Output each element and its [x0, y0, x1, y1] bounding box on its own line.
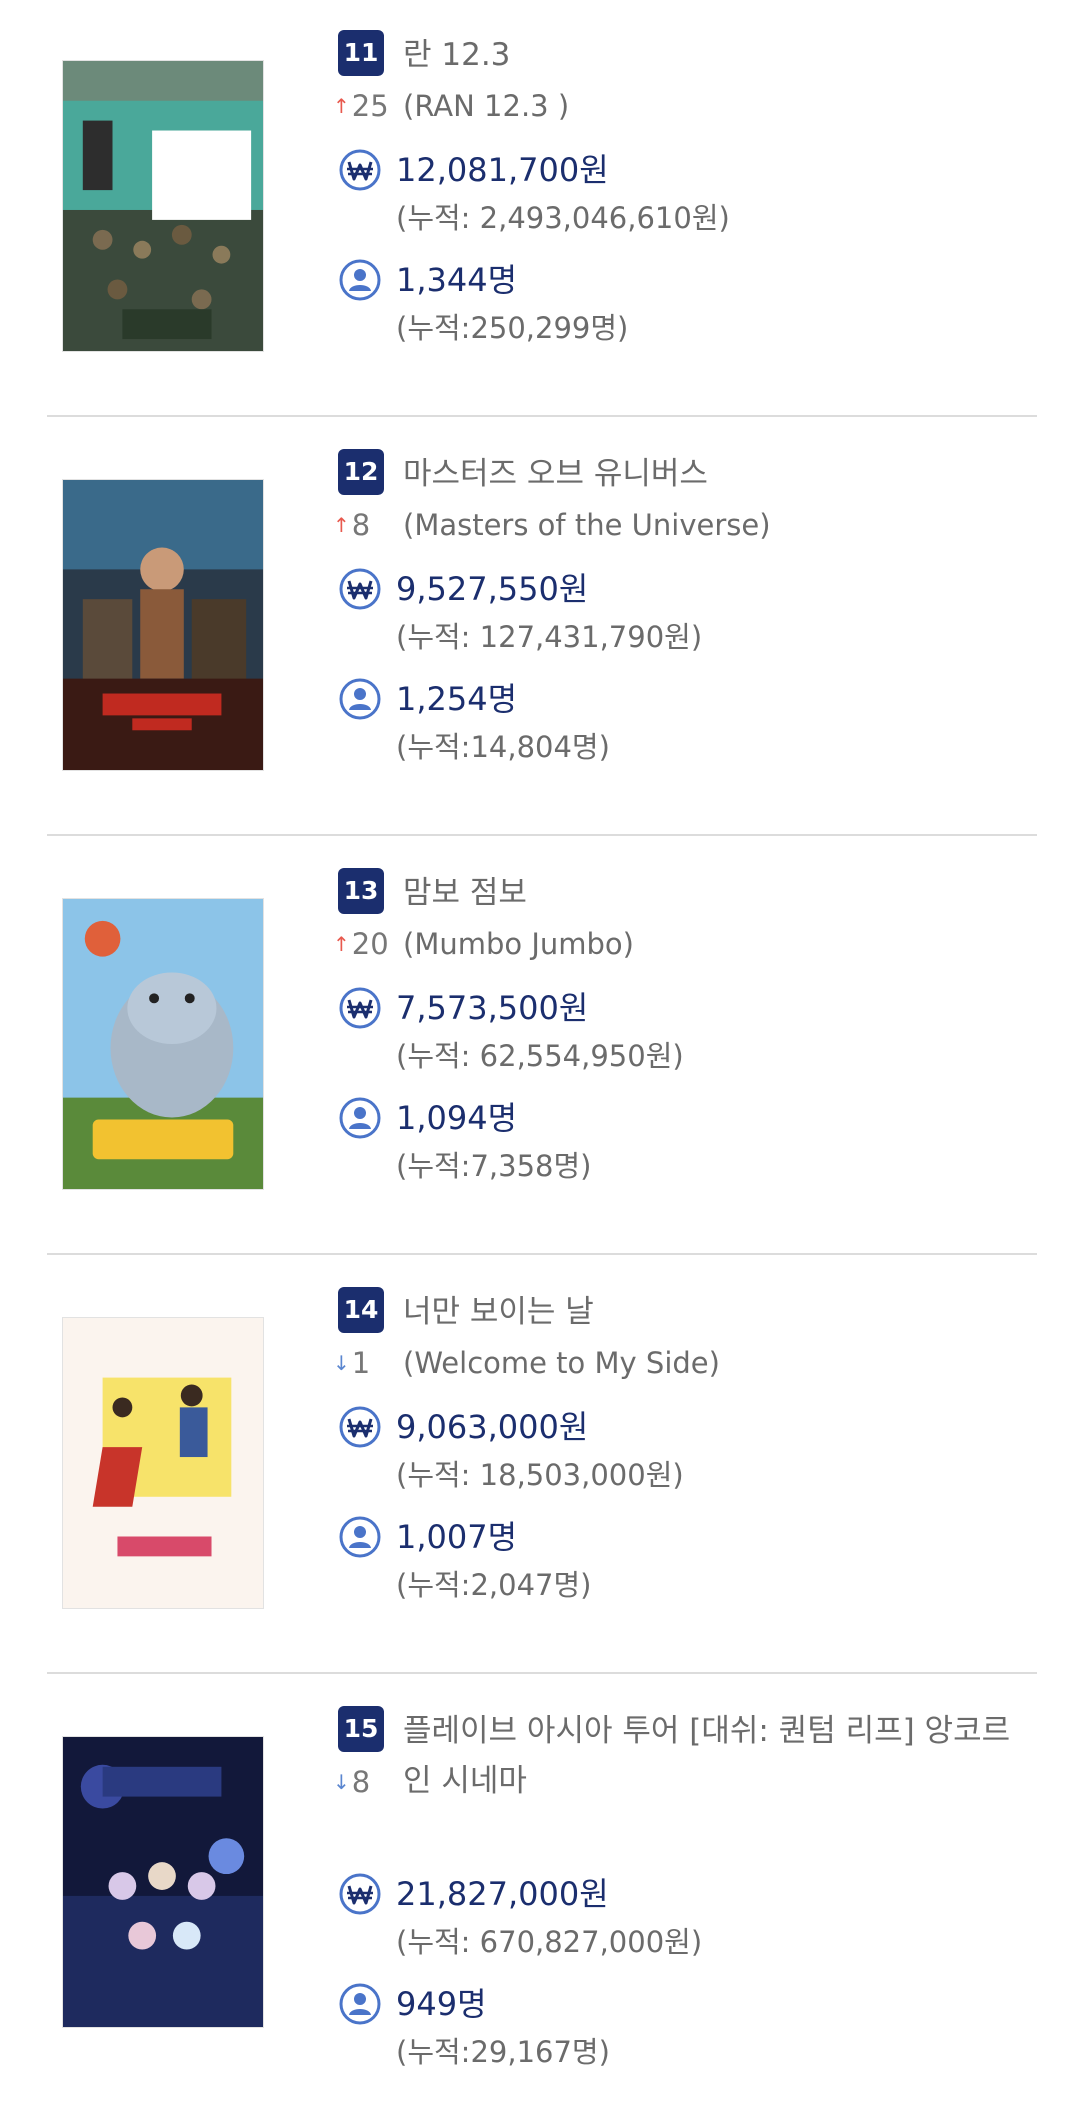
- person-icon: [339, 678, 381, 720]
- divider: [47, 1672, 1037, 1674]
- daily-audience: 1,094명: [396, 1099, 518, 1137]
- rank-change-value: 25: [351, 89, 389, 123]
- won-icon: [339, 149, 381, 191]
- daily-audience: 949명: [396, 1985, 487, 2023]
- person-icon: [339, 259, 381, 301]
- daily-audience: 1,254명: [396, 680, 518, 718]
- list-item[interactable]: 14 너만 보이는 날 ↓1 (Welcome to My Side) 9,06…: [0, 1257, 1076, 1677]
- total-audience: (누적:7,358명): [396, 1149, 592, 1183]
- movie-title-en: (Mumbo Jumbo): [403, 927, 634, 961]
- movie-poster[interactable]: [62, 479, 264, 771]
- person-icon: [339, 1983, 381, 2025]
- rank-badge: 15: [338, 1706, 384, 1752]
- daily-revenue: 9,527,550원: [396, 570, 589, 608]
- won-icon: [339, 1873, 381, 1915]
- arrow-up-icon: ↑: [333, 932, 350, 956]
- total-revenue: (누적: 18,503,000원): [396, 1458, 684, 1492]
- total-revenue: (누적: 62,554,950원): [396, 1039, 684, 1073]
- movie-poster[interactable]: [62, 60, 264, 352]
- movie-title[interactable]: 플레이브 아시아 투어 [대쉬: 퀀텀 리프] 앙코르 인 시네마: [403, 1706, 1023, 1806]
- total-audience: (누적:2,047명): [396, 1568, 592, 1602]
- total-audience: (누적:250,299명): [396, 311, 629, 345]
- arrow-down-icon: ↓: [333, 1770, 350, 1794]
- person-icon: [339, 1097, 381, 1139]
- rank-badge: 12: [338, 449, 384, 495]
- list-item[interactable]: 11 란 12.3 ↑25 (RAN 12.3 ) 12,081,700원 (누…: [0, 0, 1076, 420]
- list-item[interactable]: 13 맘보 점보 ↑20 (Mumbo Jumbo) 7,573,500원 (누…: [0, 838, 1076, 1258]
- movie-title[interactable]: 너만 보이는 날: [403, 1287, 1023, 1337]
- rank-change: ↓1: [333, 1343, 397, 1383]
- rank-change-value: 8: [351, 508, 371, 542]
- movie-title-en: (RAN 12.3 ): [403, 89, 570, 123]
- total-audience: (누적:29,167명): [396, 2035, 610, 2069]
- rank-change-value: 1: [351, 1346, 371, 1380]
- divider: [47, 834, 1037, 836]
- daily-revenue: 12,081,700원: [396, 151, 609, 189]
- person-icon: [339, 1516, 381, 1558]
- daily-audience: 1,344명: [396, 261, 518, 299]
- box-office-list: 11 란 12.3 ↑25 (RAN 12.3 ) 12,081,700원 (누…: [0, 0, 1076, 2110]
- rank-badge: 14: [338, 1287, 384, 1333]
- daily-revenue: 21,827,000원: [396, 1875, 609, 1913]
- arrow-down-icon: ↓: [333, 1351, 350, 1375]
- daily-revenue: 9,063,000원: [396, 1408, 589, 1446]
- won-icon: [339, 1406, 381, 1448]
- won-icon: [339, 987, 381, 1029]
- movie-title-en: (Masters of the Universe): [403, 508, 771, 542]
- movie-poster[interactable]: [62, 1736, 264, 2028]
- rank-change-value: 8: [351, 1765, 371, 1799]
- list-item[interactable]: 15 플레이브 아시아 투어 [대쉬: 퀀텀 리프] 앙코르 인 시네마 ↓8 …: [0, 1676, 1076, 2096]
- rank-change-value: 20: [351, 927, 389, 961]
- total-revenue: (누적: 127,431,790원): [396, 620, 703, 654]
- rank-change: ↓8: [333, 1762, 397, 1802]
- daily-revenue: 7,573,500원: [396, 989, 589, 1027]
- rank-change: ↑20: [333, 924, 397, 964]
- rank-change: ↑25: [333, 86, 397, 126]
- total-revenue: (누적: 2,493,046,610원): [396, 201, 730, 235]
- arrow-up-icon: ↑: [333, 94, 350, 118]
- list-item[interactable]: 12 마스터즈 오브 유니버스 ↑8 (Masters of the Unive…: [0, 419, 1076, 839]
- divider: [47, 1253, 1037, 1255]
- movie-title[interactable]: 마스터즈 오브 유니버스: [403, 449, 1023, 499]
- rank-badge: 13: [338, 868, 384, 914]
- movie-poster[interactable]: [62, 898, 264, 1190]
- rank-badge: 11: [338, 30, 384, 76]
- movie-title[interactable]: 맘보 점보: [403, 868, 1023, 918]
- movie-poster[interactable]: [62, 1317, 264, 1609]
- arrow-up-icon: ↑: [333, 513, 350, 537]
- daily-audience: 1,007명: [396, 1518, 518, 1556]
- movie-title[interactable]: 란 12.3: [403, 30, 1023, 80]
- won-icon: [339, 568, 381, 610]
- total-revenue: (누적: 670,827,000원): [396, 1925, 703, 1959]
- total-audience: (누적:14,804명): [396, 730, 610, 764]
- movie-title-en: (Welcome to My Side): [403, 1346, 720, 1380]
- divider: [47, 415, 1037, 417]
- rank-change: ↑8: [333, 505, 397, 545]
